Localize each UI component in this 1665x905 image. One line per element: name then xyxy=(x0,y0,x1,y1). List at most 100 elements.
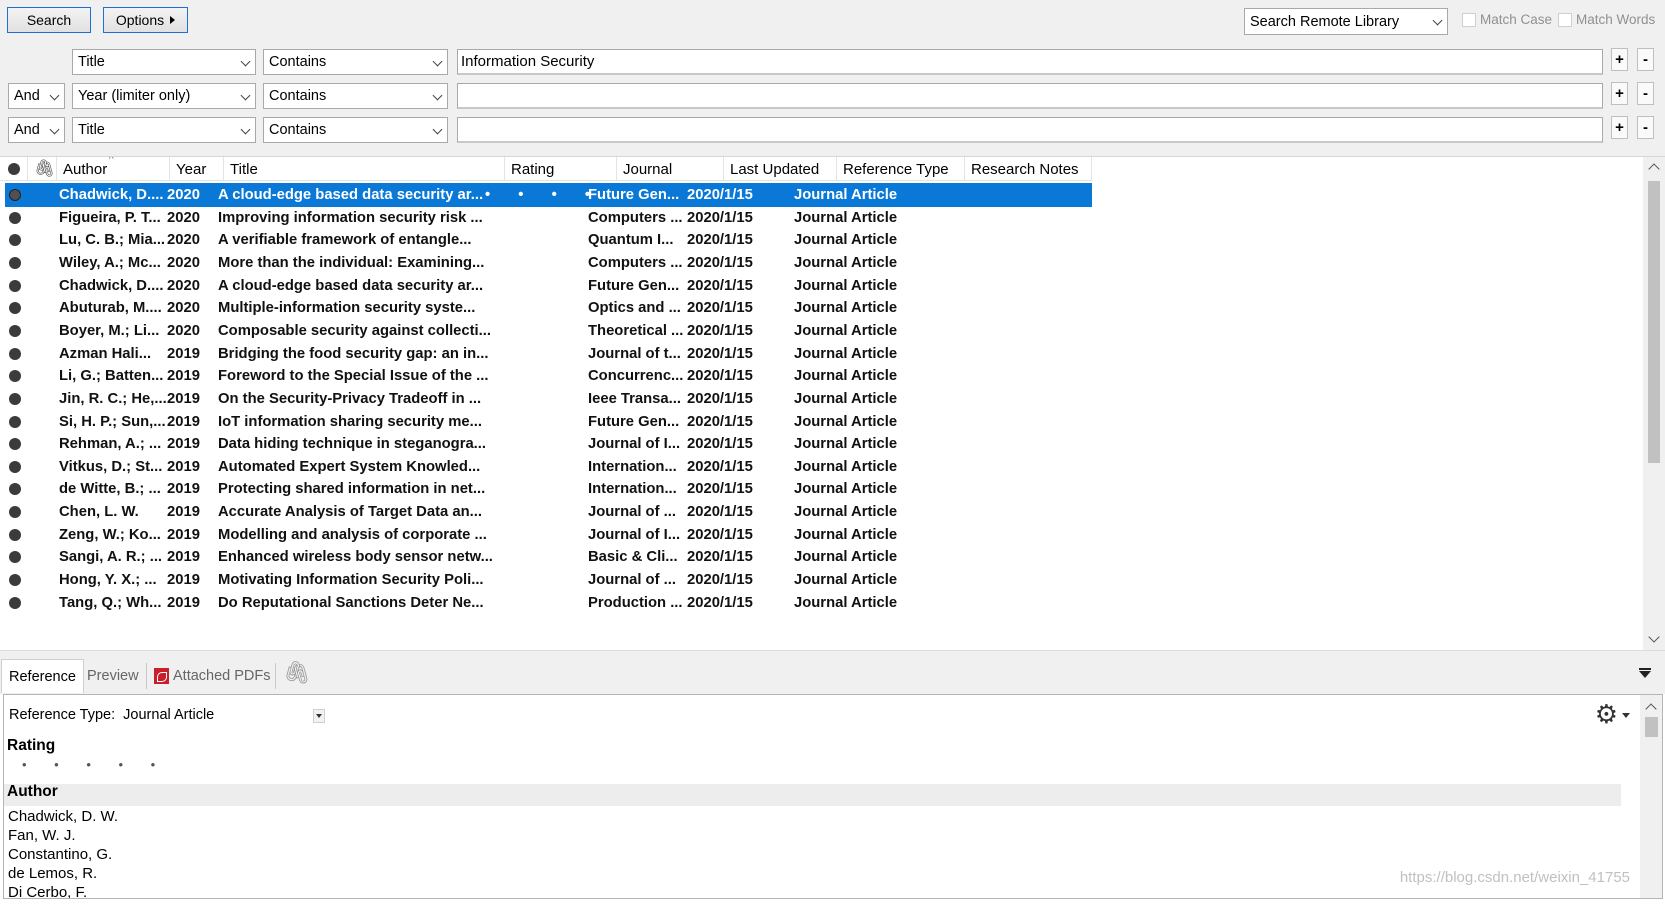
column-header-title[interactable]: Title xyxy=(224,157,505,181)
tab-attached-pdfs[interactable]: Attached PDFs xyxy=(147,659,278,693)
search-button[interactable]: Search xyxy=(7,7,91,33)
match-case-checkbox[interactable]: Match Case xyxy=(1462,12,1552,27)
checkbox-box xyxy=(1558,12,1572,27)
cell-rating xyxy=(485,545,595,569)
reference-scrollbar[interactable] xyxy=(1640,695,1662,898)
gear-menu-caret-icon[interactable] xyxy=(1622,713,1630,718)
read-status-icon xyxy=(9,596,21,609)
criteria-value-input-3[interactable] xyxy=(457,117,1603,143)
criteria-operator-select-1[interactable]: Contains xyxy=(263,49,448,75)
table-row[interactable]: de Witte, B.; ... 2019 Protecting shared i… xyxy=(5,477,1092,501)
cell-journal: Journal of I... xyxy=(588,436,681,453)
column-header-year-label: Year xyxy=(176,160,207,178)
cell-journal: Optics and ... xyxy=(588,300,681,317)
plus-icon: + xyxy=(1615,85,1624,102)
cell-title: Motivating Information Security Poli... xyxy=(218,572,484,589)
criteria-value-input-2[interactable] xyxy=(457,83,1603,109)
author-line: Constantino, G. xyxy=(8,846,113,863)
results-scrollbar[interactable] xyxy=(1643,157,1665,650)
cell-rating xyxy=(485,228,595,252)
pdf-icon xyxy=(154,668,169,684)
cell-rating xyxy=(485,251,595,275)
table-row[interactable]: Jin, R. C.; He,... 2019 On the Security-Pr… xyxy=(5,387,1092,411)
column-header-reference-type[interactable]: Reference Type xyxy=(837,157,965,181)
table-row[interactable]: Azman Hali... 2019 Bridging the food secur… xyxy=(5,342,1092,366)
column-header-rating[interactable]: Rating xyxy=(505,157,617,181)
chevron-down-icon xyxy=(49,90,60,101)
criteria-operator-select-3[interactable]: Contains xyxy=(263,117,448,143)
cell-author: Lu, C. B.; Mia... xyxy=(59,232,166,249)
cell-title: Accurate Analysis of Target Data an... xyxy=(218,504,482,521)
minus-icon: - xyxy=(1643,85,1648,102)
scrollbar-thumb[interactable] xyxy=(1648,181,1660,463)
match-words-checkbox[interactable]: Match Words xyxy=(1558,12,1655,27)
plus-icon: + xyxy=(1615,119,1624,136)
library-select[interactable]: Search Remote Library xyxy=(1244,8,1448,35)
tab-preview[interactable]: Preview xyxy=(80,659,146,693)
cell-journal: Computers ... xyxy=(588,209,683,226)
collapse-pane-icon[interactable] xyxy=(1639,668,1651,678)
scroll-down-icon[interactable] xyxy=(1648,631,1660,643)
table-row[interactable]: Lu, C. B.; Mia... 2020 A verifiable framew… xyxy=(5,228,1092,252)
cell-author: Rehman, A.; ... xyxy=(59,436,162,453)
table-row[interactable]: Chadwick, D.... 2020 A cloud-edge based da… xyxy=(5,274,1092,298)
add-criteria-button[interactable]: + xyxy=(1611,48,1628,71)
table-row[interactable]: Sangi, A. R.; ... 2019 Enhanced wireless b… xyxy=(5,545,1092,569)
table-row[interactable]: Zeng, W.; Ko... 2019 Modelling and analysi… xyxy=(5,523,1092,547)
table-row[interactable]: Si, H. P.; Sun,... 2019 IoT information sh… xyxy=(5,410,1092,434)
rating-stars[interactable]: • • • • • xyxy=(22,757,167,772)
criteria-field-select-3[interactable]: Title xyxy=(72,117,256,143)
cell-updated: 2020/1/15 xyxy=(687,526,753,543)
add-criteria-button[interactable]: + xyxy=(1611,116,1628,139)
table-row[interactable]: Boyer, M.; Li... 2020 Composable security … xyxy=(5,319,1092,343)
column-header-year[interactable]: Year xyxy=(170,157,224,181)
criteria-operator-select-2[interactable]: Contains xyxy=(263,83,448,109)
cell-updated: 2020/1/15 xyxy=(687,232,753,249)
column-header-author[interactable]: Author ^ xyxy=(57,157,170,181)
table-row[interactable]: Li, G.; Batten... 2019 Foreword to the Spe… xyxy=(5,364,1092,388)
gear-icon[interactable]: ⚙ xyxy=(1595,699,1618,730)
criteria-field-select-2[interactable]: Year (limiter only) xyxy=(72,83,256,109)
cell-type: Journal Article xyxy=(794,504,898,521)
criteria-field-select-1[interactable]: Title xyxy=(72,49,256,75)
table-row[interactable]: Rehman, A.; ... 2019 Data hiding technique… xyxy=(5,432,1092,456)
scroll-up-icon[interactable] xyxy=(1648,163,1660,175)
read-status-icon xyxy=(9,506,21,519)
scroll-up-icon[interactable] xyxy=(1645,703,1657,715)
criteria-bool-select-2[interactable]: And xyxy=(8,83,65,109)
chevron-down-icon xyxy=(1432,15,1443,26)
read-status-icon xyxy=(9,574,21,587)
cell-author: Azman Hali... xyxy=(59,345,152,362)
column-header-journal[interactable]: Journal xyxy=(617,157,724,181)
criteria-value-input-1[interactable]: Information Security xyxy=(457,49,1603,75)
remove-criteria-button[interactable]: - xyxy=(1637,82,1654,105)
scrollbar-thumb[interactable] xyxy=(1645,717,1658,737)
add-criteria-button[interactable]: + xyxy=(1611,82,1628,105)
reference-type-field[interactable]: Reference Type: Journal Article xyxy=(9,707,214,723)
cell-type: Journal Article xyxy=(794,390,898,407)
table-row[interactable]: Chen, L. W. 2019 Accurate Analysis of Targ… xyxy=(5,500,1092,524)
column-header-attachment[interactable]: 🖇 xyxy=(28,157,57,181)
cell-journal: Production ... xyxy=(588,594,683,611)
cell-rating xyxy=(485,500,595,524)
table-row[interactable]: Wiley, A.; Mc... 2020 More than the indivi… xyxy=(5,251,1092,275)
table-row[interactable]: Chadwick, D.... 2020 A cloud-edge based da… xyxy=(5,183,1092,207)
reference-type-dropdown-icon[interactable] xyxy=(313,709,325,723)
tab-reference[interactable]: Reference xyxy=(1,659,84,693)
cell-updated: 2020/1/15 xyxy=(687,254,753,271)
table-row[interactable]: Tang, Q.; Wh... 2019 Do Reputational Sanct… xyxy=(5,591,1092,615)
column-header-last-updated[interactable]: Last Updated xyxy=(724,157,837,181)
column-header-read[interactable] xyxy=(0,157,28,181)
paperclip-icon[interactable]: 🖇 xyxy=(283,660,311,686)
column-header-research-notes[interactable]: Research Notes xyxy=(965,157,1092,181)
remove-criteria-button[interactable]: - xyxy=(1637,48,1654,71)
criteria-operator-value: Contains xyxy=(269,88,327,104)
criteria-bool-select-3[interactable]: And xyxy=(8,117,65,143)
table-row[interactable]: Hong, Y. X.; ... 2019 Motivating Informati… xyxy=(5,568,1092,592)
table-row[interactable]: Figueira, P. T... 2020 Improving informati… xyxy=(5,206,1092,230)
table-row[interactable]: Abuturab, M.... 2020 Multiple-information … xyxy=(5,296,1092,320)
cell-rating xyxy=(485,477,595,501)
remove-criteria-button[interactable]: - xyxy=(1637,116,1654,139)
table-row[interactable]: Vitkus, D.; St... 2019 Automated Expert Sy… xyxy=(5,455,1092,479)
options-button[interactable]: Options xyxy=(103,7,188,33)
